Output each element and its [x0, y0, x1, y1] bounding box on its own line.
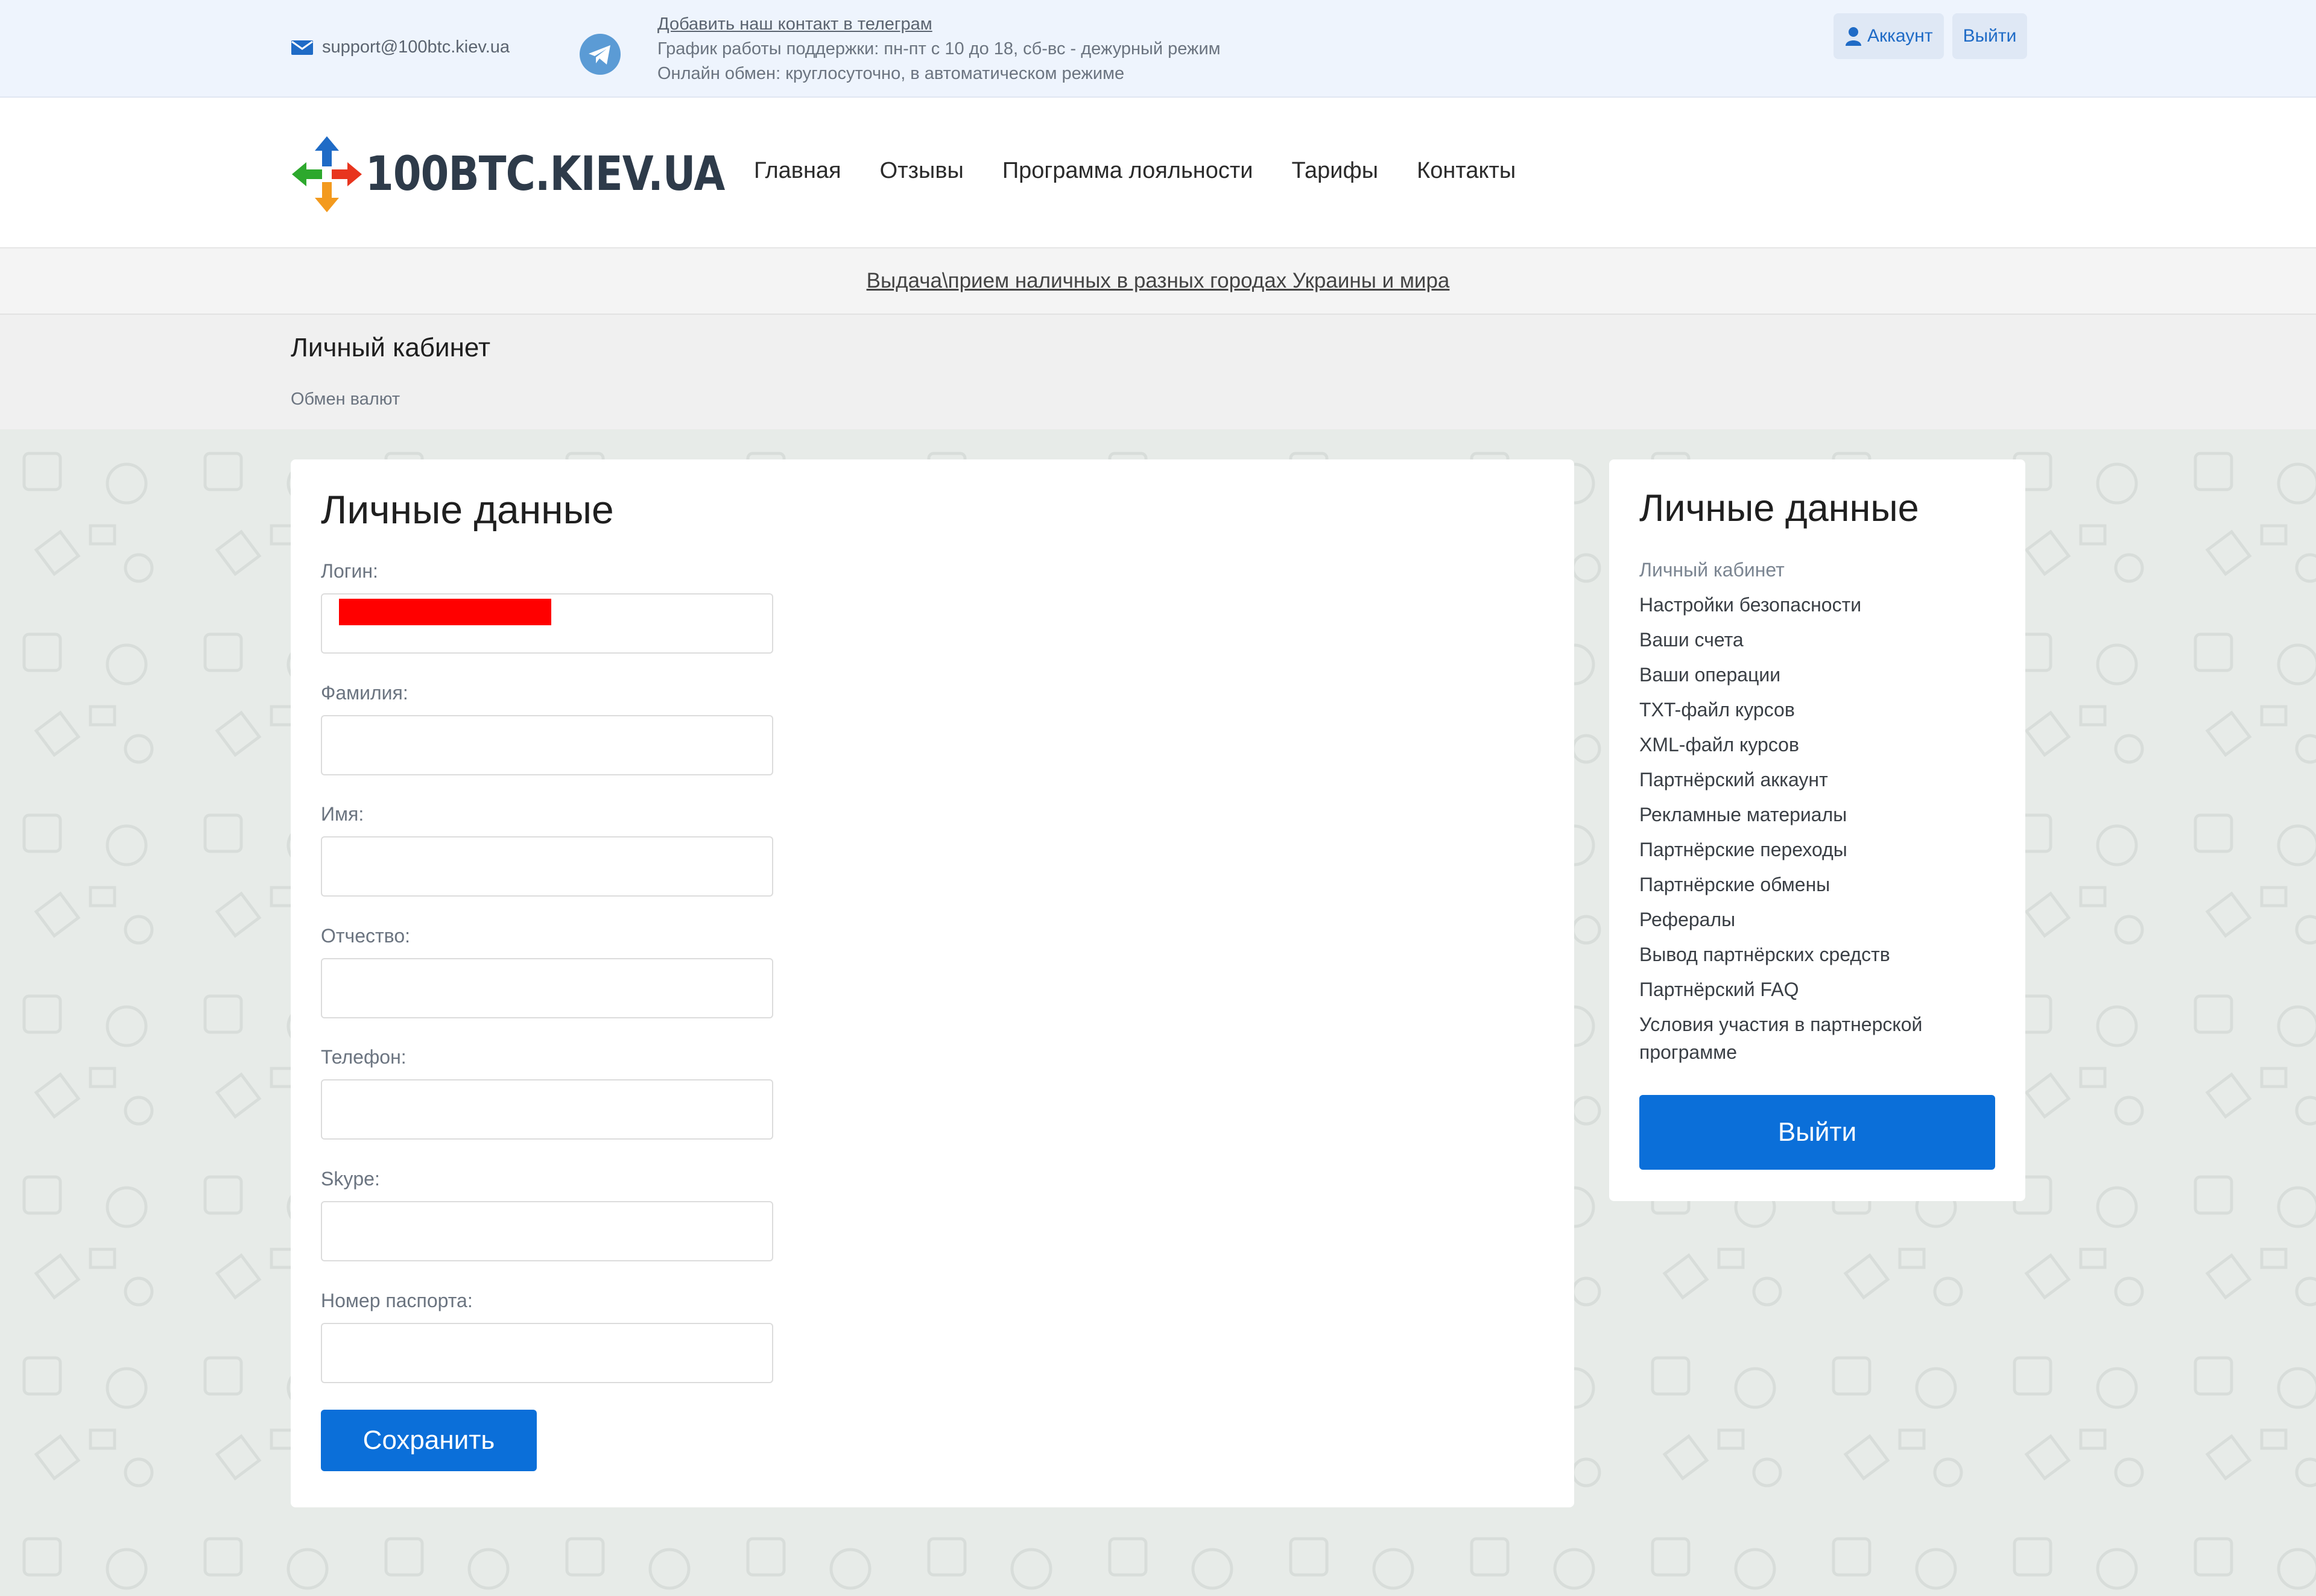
- top-logout-button[interactable]: Выйти: [1952, 13, 2028, 59]
- login-field-group: Логин:: [321, 560, 773, 654]
- breadcrumb[interactable]: Обмен валют: [291, 390, 400, 409]
- surname-field-group: Фамилия:: [321, 682, 773, 775]
- nav-loyalty[interactable]: Программа лояльности: [1002, 158, 1253, 184]
- sidebar-item-partner-clicks[interactable]: Партнёрские переходы: [1639, 836, 2001, 863]
- firstname-input[interactable]: [321, 836, 773, 897]
- skype-field-group: Skype:: [321, 1168, 773, 1261]
- top-logout-label: Выйти: [1963, 26, 2017, 46]
- top-bar: support@100btc.kiev.ua Добавить наш конт…: [0, 0, 2316, 98]
- support-info: Добавить наш контакт в телеграм График р…: [657, 12, 1221, 86]
- passport-field-group: Номер паспорта:: [321, 1290, 773, 1383]
- account-sidebar: Личные данные Личный кабинет Настройки б…: [1609, 459, 2025, 1201]
- surname-input[interactable]: [321, 715, 773, 775]
- account-button[interactable]: Аккаунт: [1834, 13, 1944, 59]
- sidebar-item-cabinet[interactable]: Личный кабинет: [1639, 556, 2001, 584]
- firstname-field-group: Имя:: [321, 803, 773, 897]
- sidebar-item-referrals[interactable]: Рефералы: [1639, 906, 2001, 933]
- skype-label: Skype:: [321, 1168, 380, 1190]
- sidebar-item-partner-withdrawal[interactable]: Вывод партнёрских средств: [1639, 941, 2001, 968]
- user-icon: [1846, 27, 1861, 46]
- account-button-label: Аккаунт: [1867, 26, 1933, 46]
- save-button[interactable]: Сохранить: [321, 1410, 537, 1471]
- nav-tariffs[interactable]: Тарифы: [1292, 158, 1379, 184]
- site-header: 100BTC.KIEV.UA Главная Отзывы Программа …: [0, 98, 2316, 248]
- sidebar-item-xml-rates[interactable]: XML-файл курсов: [1639, 731, 2001, 759]
- support-hours: График работы поддержки: пн-пт с 10 до 1…: [657, 39, 1221, 58]
- sidebar-item-partner-exchanges[interactable]: Партнёрские обмены: [1639, 871, 2001, 898]
- sidebar-item-partner-terms[interactable]: Условия участия в партнерской программе: [1639, 1011, 2001, 1066]
- page-title: Личный кабинет: [291, 333, 491, 362]
- sidebar-item-promo-materials[interactable]: Рекламные материалы: [1639, 801, 2001, 828]
- sidebar-item-security[interactable]: Настройки безопасности: [1639, 591, 2001, 619]
- sidebar-item-txt-rates[interactable]: TXT-файл курсов: [1639, 696, 2001, 724]
- firstname-label: Имя:: [321, 803, 364, 825]
- telegram-contact-link[interactable]: Добавить наш контакт в телеграм: [657, 14, 932, 34]
- passport-input[interactable]: [321, 1323, 773, 1383]
- surname-label: Фамилия:: [321, 682, 408, 704]
- patronymic-field-group: Отчество:: [321, 925, 773, 1018]
- passport-label: Номер паспорта:: [321, 1290, 473, 1311]
- sidebar-item-partner-faq[interactable]: Партнёрский FAQ: [1639, 976, 2001, 1003]
- login-value-redacted: [339, 599, 551, 625]
- logo-arrows-icon: [292, 136, 362, 212]
- sidebar-item-operations[interactable]: Ваши операции: [1639, 661, 2001, 689]
- phone-input[interactable]: [321, 1079, 773, 1140]
- login-label: Логин:: [321, 560, 378, 582]
- main-nav: Главная Отзывы Программа лояльности Тари…: [754, 158, 1516, 184]
- mail-icon: [291, 40, 313, 55]
- support-email[interactable]: support@100btc.kiev.ua: [291, 37, 510, 57]
- phone-field-group: Телефон:: [321, 1046, 773, 1140]
- sidebar-logout-button[interactable]: Выйти: [1639, 1095, 1995, 1170]
- sidebar-title: Личные данные: [1639, 487, 1919, 529]
- online-exchange-hours: Онлайн обмен: круглосуточно, в автоматич…: [657, 64, 1125, 83]
- telegram-icon[interactable]: [579, 33, 621, 75]
- sidebar-menu: Личный кабинет Настройки безопасности Ва…: [1639, 556, 2001, 1073]
- nav-home[interactable]: Главная: [754, 158, 841, 184]
- nav-contacts[interactable]: Контакты: [1417, 158, 1516, 184]
- sidebar-item-partner-account[interactable]: Партнёрский аккаунт: [1639, 766, 2001, 793]
- form-title: Личные данные: [321, 487, 614, 532]
- phone-label: Телефон:: [321, 1046, 407, 1068]
- site-logo[interactable]: 100BTC.KIEV.UA: [291, 135, 783, 213]
- support-email-text: support@100btc.kiev.ua: [322, 37, 510, 57]
- patronymic-label: Отчество:: [321, 925, 410, 947]
- title-bar: Личный кабинет Обмен валют: [0, 315, 2316, 429]
- patronymic-input[interactable]: [321, 958, 773, 1018]
- sidebar-item-accounts[interactable]: Ваши счета: [1639, 626, 2001, 654]
- top-account-buttons: Аккаунт Выйти: [1834, 13, 2028, 59]
- logo-text: 100BTC.KIEV.UA: [365, 147, 725, 201]
- nav-reviews[interactable]: Отзывы: [880, 158, 964, 184]
- cash-notice-link[interactable]: Выдача\прием наличных в разных городах У…: [867, 269, 1450, 293]
- notice-bar: Выдача\прием наличных в разных городах У…: [0, 248, 2316, 315]
- personal-data-form: Личные данные Логин: Фамилия: Имя: Отчес…: [291, 459, 1574, 1507]
- skype-input[interactable]: [321, 1201, 773, 1261]
